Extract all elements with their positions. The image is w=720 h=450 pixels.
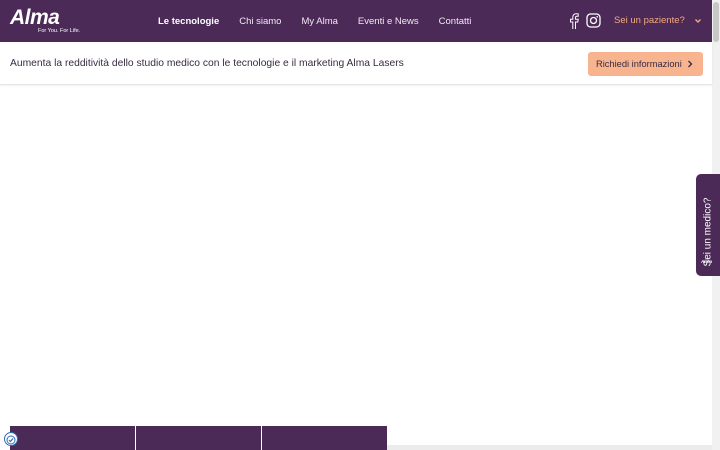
alma-logo[interactable]: Alma For You. For Life. <box>10 6 82 36</box>
scrollbar-thumb[interactable] <box>713 2 719 42</box>
request-info-button[interactable]: Richiedi informazioni <box>588 52 703 76</box>
patient-menu-label: Sei un paziente? <box>614 15 685 26</box>
patient-menu[interactable]: Sei un paziente? <box>614 15 702 26</box>
facebook-icon[interactable] <box>569 13 579 29</box>
main-nav: Le tecnologie Chi siamo My Alma Eventi e… <box>158 0 491 42</box>
doctor-side-tab[interactable]: Sei un medico? Alma <box>696 174 720 276</box>
cookie-consent-icon[interactable] <box>4 432 18 446</box>
side-tab-label: Sei un medico? <box>702 197 714 267</box>
nav-item-eventi-e-news[interactable]: Eventi e News <box>358 16 419 27</box>
checkmark-icon <box>6 435 16 445</box>
chevron-right-icon <box>688 60 693 68</box>
bottom-tile[interactable] <box>10 426 135 450</box>
bottom-divider <box>387 445 712 450</box>
nav-item-my-alma[interactable]: My Alma <box>301 16 337 27</box>
bottom-tile[interactable] <box>262 426 387 450</box>
logo-tagline: For You. For Life. <box>38 28 81 34</box>
logo-wordmark: Alma <box>10 6 60 29</box>
request-info-label: Richiedi informazioni <box>596 59 682 69</box>
info-bar-text: Aumenta la redditività dello studio medi… <box>10 58 404 69</box>
side-tab-logo: Alma <box>701 259 713 264</box>
instagram-icon[interactable] <box>586 13 601 28</box>
top-navigation-bar: Alma For You. For Life. Le tecnologie Ch… <box>0 0 712 42</box>
chevron-down-icon <box>694 18 701 23</box>
nav-item-le-tecnologie[interactable]: Le tecnologie <box>158 16 219 27</box>
bottom-tile[interactable] <box>136 426 261 450</box>
nav-item-contatti[interactable]: Contatti <box>439 16 472 27</box>
nav-item-chi-siamo[interactable]: Chi siamo <box>239 16 281 27</box>
